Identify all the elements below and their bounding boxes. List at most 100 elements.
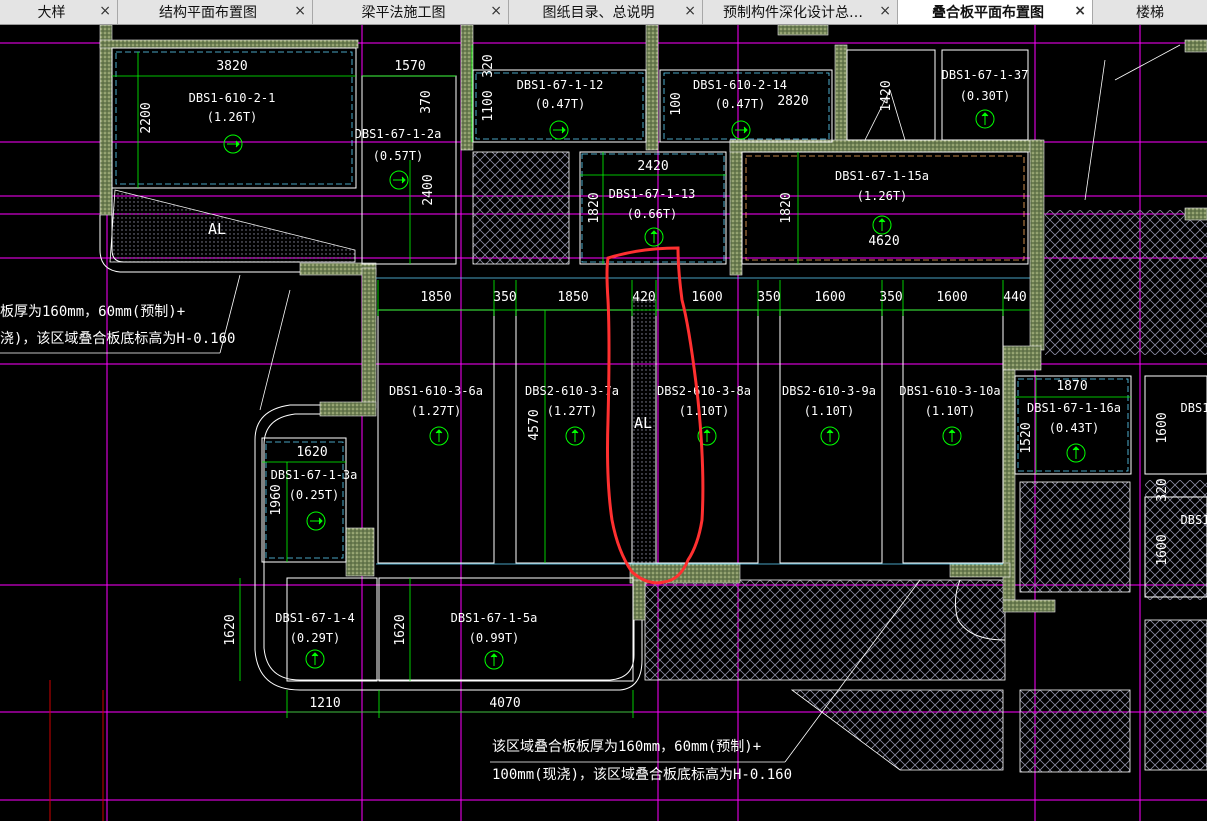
dimension-text: 350 <box>757 290 780 305</box>
dimension-text: 2400 <box>421 174 436 205</box>
note-text: 该区域叠合板板厚为160mm，60mm(预制)+ <box>492 739 761 755</box>
note-text: 浇)，该区域叠合板底标高为H-0.160 <box>0 330 235 347</box>
direction-arrow-icon <box>942 426 962 446</box>
dimension-text: 1820 <box>587 192 602 223</box>
note-text: 100mm(现浇)，该区域叠合板底标高为H-0.160 <box>492 766 792 783</box>
dimension-text: 320 <box>481 54 496 77</box>
tab-structural-plan[interactable]: 结构平面布置图 × <box>118 0 313 24</box>
dimension-text: 1820 <box>779 192 794 223</box>
cad-drawing-canvas[interactable]: 3820 1570 320 370 1100 100 2820 1420 220… <box>0 25 1207 821</box>
dimension-text: 1570 <box>394 59 425 74</box>
dimension-text: 4070 <box>489 696 520 711</box>
panel-id: DBS1-67-1-16a <box>1027 401 1121 415</box>
direction-arrow-icon <box>306 511 326 531</box>
tab-drawing-index[interactable]: 图纸目录、总说明 × <box>509 0 703 24</box>
panel-weight: (0.25T) <box>289 488 340 502</box>
direction-arrow-icon <box>223 134 243 154</box>
dimension-text: 1210 <box>309 696 340 711</box>
panel-id: DBS1-67-1-3a <box>271 468 358 482</box>
panel-weight: (1.27T) <box>547 404 598 418</box>
panel-weight: (0.99T) <box>469 631 520 645</box>
tab-label: 叠合板平面布置图 <box>932 5 1044 21</box>
dimension-text: 370 <box>419 90 434 113</box>
dimension-text: 320 <box>1155 478 1170 501</box>
tab-stairs[interactable]: 楼梯 <box>1093 0 1207 24</box>
panel-id: DBS2-610-3-7a <box>525 384 619 398</box>
dimension-text: 350 <box>879 290 902 305</box>
close-icon[interactable]: × <box>490 3 502 19</box>
panel-weight: (1.10T) <box>679 404 730 418</box>
direction-arrow-icon <box>389 170 409 190</box>
panel-weight: (0.43T) <box>1049 421 1100 435</box>
panel-id: DBS1 <box>1181 401 1207 415</box>
panel-weight: (1.27T) <box>411 404 462 418</box>
panel-weight: (0.47T) <box>715 97 766 111</box>
panel-weight: (0.47T) <box>535 97 586 111</box>
panel-id: DBS1-67-1-37 <box>942 68 1029 82</box>
cyan-outlines <box>115 51 1129 565</box>
dimension-text: 1600 <box>1155 412 1170 443</box>
direction-arrow-icon <box>731 120 751 140</box>
dimension-text: 440 <box>1003 290 1026 305</box>
tab-label: 预制构件深化设计总… <box>723 5 863 21</box>
direction-arrow-icon <box>484 650 504 670</box>
dimension-text: 3820 <box>216 59 247 74</box>
direction-arrow-icon <box>549 120 569 140</box>
close-icon[interactable]: × <box>99 3 111 19</box>
dimension-text: 2420 <box>637 159 668 174</box>
dimension-text: 2200 <box>139 102 154 133</box>
dimension-text: 2820 <box>777 94 808 109</box>
panel-id: DBS2-610-3-8a <box>657 384 751 398</box>
dimension-text: 1420 <box>879 80 894 111</box>
dimension-text: 1620 <box>223 614 238 645</box>
tab-composite-slab-plan[interactable]: 叠合板平面布置图 × <box>898 0 1093 24</box>
close-icon[interactable]: × <box>879 3 891 19</box>
tab-label: 大样 <box>37 5 66 21</box>
tab-label: 楼梯 <box>1136 5 1164 21</box>
panel-id: DBS1-610-2-1 <box>189 91 276 105</box>
tab-precast-design[interactable]: 预制构件深化设计总… × <box>703 0 898 24</box>
dimension-text: 1600 <box>1155 534 1170 565</box>
panel-id: DBS1-67-1-5a <box>451 611 538 625</box>
panel-id: DBS1-67-1-12 <box>517 78 604 92</box>
direction-arrow-icon <box>1066 443 1086 463</box>
al-label: AL <box>208 220 226 238</box>
document-tab-bar: 大样 × 结构平面布置图 × 梁平法施工图 × 图纸目录、总说明 × 预制构件深化设计总… <box>0 0 1207 25</box>
direction-arrow-icon <box>565 426 585 446</box>
panel-weight: (1.10T) <box>925 404 976 418</box>
close-icon[interactable]: × <box>684 3 696 19</box>
panel-id: DBS1-67-1-15a <box>835 169 929 183</box>
tab-beam-construction[interactable]: 梁平法施工图 × <box>313 0 509 24</box>
panel-id: DBS1-67-1-2a <box>355 127 442 141</box>
note-text: 板厚为160mm，60mm(预制)+ <box>0 304 185 320</box>
panel-id: DBS2-610-3-9a <box>782 384 876 398</box>
panel-weight: (1.26T) <box>857 189 908 203</box>
direction-arrow-icon <box>820 426 840 446</box>
dimension-text: 1850 <box>420 290 451 305</box>
panel-id: DBS1-610-3-10a <box>899 384 1000 398</box>
panel-weight: (0.29T) <box>290 631 341 645</box>
dimension-text: 1600 <box>814 290 845 305</box>
close-icon[interactable]: × <box>294 3 306 19</box>
panel-id: DBS1-67-1-13 <box>609 187 696 201</box>
panel-weight: (1.10T) <box>804 404 855 418</box>
dimension-text: 4570 <box>527 409 542 440</box>
panel-id: DBS1-67-1-4 <box>275 611 354 625</box>
close-icon[interactable]: × <box>1074 3 1086 19</box>
panel-weight: (1.26T) <box>207 110 258 124</box>
dimension-text: 1600 <box>691 290 722 305</box>
direction-arrow-icon <box>644 227 664 247</box>
dimension-text: 1960 <box>269 484 284 515</box>
notes: 板厚为160mm，60mm(预制)+ 浇)，该区域叠合板底标高为H-0.160 … <box>0 304 792 783</box>
dimension-text: 1620 <box>296 445 327 460</box>
panel-id: DBS1-610-2-14 <box>693 78 787 92</box>
tab-label: 图纸目录、总说明 <box>542 5 655 21</box>
tab-detail[interactable]: 大样 × <box>0 0 118 24</box>
direction-arrow-icon <box>429 426 449 446</box>
dimension-text: 4620 <box>868 234 899 249</box>
panel-id: DBS1 <box>1181 513 1207 527</box>
dimension-text: 420 <box>632 290 655 305</box>
dimension-text: 350 <box>493 290 516 305</box>
dimension-text: 1600 <box>936 290 967 305</box>
panel-id: DBS1-610-3-6a <box>389 384 483 398</box>
